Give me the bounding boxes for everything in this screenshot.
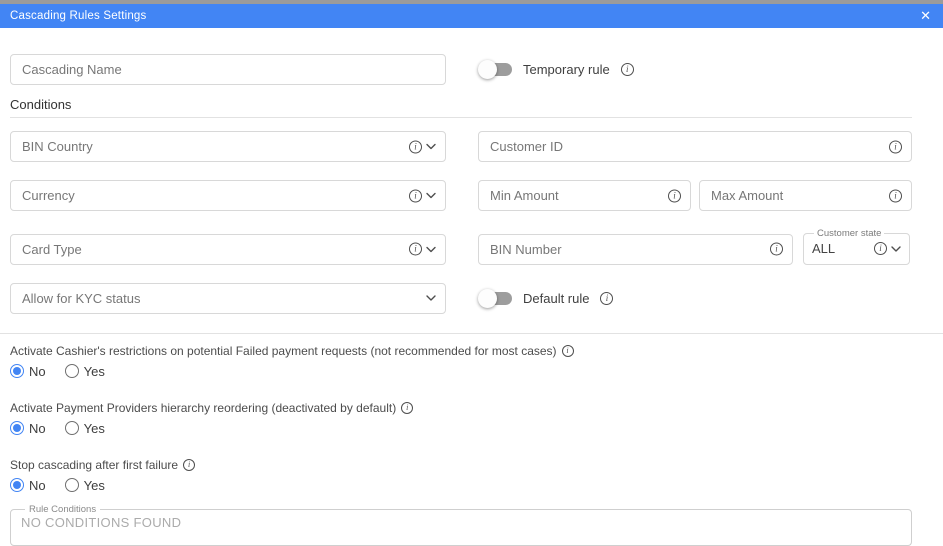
bin-country-wrapper: i: [10, 131, 446, 162]
info-icon: i: [874, 242, 887, 255]
max-amount-input[interactable]: [699, 180, 912, 211]
stop-cascading-section: Stop cascading after first failure i No …: [10, 458, 912, 493]
customer-state-select[interactable]: Customer state ALL i: [803, 229, 910, 265]
rule-conditions-empty-text: NO CONDITIONS FOUND: [21, 515, 901, 530]
customer-state-value: ALL: [812, 241, 874, 256]
bin-number-input[interactable]: [478, 234, 793, 265]
radio-unselected-icon[interactable]: [65, 421, 79, 435]
cashier-restrictions-section: Activate Cashier's restrictions on poten…: [10, 344, 912, 379]
radio-unselected-icon[interactable]: [65, 478, 79, 492]
currency-select[interactable]: [10, 180, 446, 211]
toggle-knob: [478, 289, 497, 308]
customer-state-label: Customer state: [814, 229, 884, 239]
radio-option-yes[interactable]: Yes: [65, 421, 105, 436]
max-amount-wrapper: i: [699, 180, 912, 211]
kyc-status-select[interactable]: [10, 283, 446, 314]
close-icon[interactable]: ✕: [920, 10, 931, 23]
chevron-down-icon: [891, 246, 901, 252]
card-type-wrapper: i: [10, 234, 446, 265]
radio-option-yes[interactable]: Yes: [65, 478, 105, 493]
radio-option-no[interactable]: No: [10, 478, 46, 493]
min-amount-wrapper: i: [478, 180, 691, 211]
toggle-knob: [478, 60, 497, 79]
radio-option-no[interactable]: No: [10, 364, 46, 379]
rule-conditions-box: Rule Conditions NO CONDITIONS FOUND: [10, 505, 912, 546]
card-type-select[interactable]: [10, 234, 446, 265]
min-amount-input[interactable]: [478, 180, 691, 211]
bin-country-select[interactable]: [10, 131, 446, 162]
section-divider: [0, 333, 943, 334]
radio-selected-icon[interactable]: [10, 364, 24, 378]
customer-id-wrapper: i: [478, 131, 912, 162]
info-icon[interactable]: i: [183, 459, 195, 471]
modal-body: Temporary rule i Conditions i i: [0, 54, 943, 546]
default-rule-label: Default rule: [523, 291, 589, 306]
radio-selected-icon[interactable]: [10, 478, 24, 492]
kyc-status-wrapper: [10, 283, 446, 314]
providers-reordering-label: Activate Payment Providers hierarchy reo…: [10, 401, 396, 415]
currency-wrapper: i: [10, 180, 446, 211]
modal-header: Cascading Rules Settings ✕: [0, 4, 943, 28]
providers-reordering-section: Activate Payment Providers hierarchy reo…: [10, 401, 912, 436]
radio-unselected-icon[interactable]: [65, 364, 79, 378]
radio-option-no[interactable]: No: [10, 421, 46, 436]
cashier-restrictions-label: Activate Cashier's restrictions on poten…: [10, 344, 557, 358]
conditions-divider: [10, 117, 912, 118]
default-rule-toggle[interactable]: [481, 292, 512, 305]
radio-option-yes[interactable]: Yes: [65, 364, 105, 379]
bin-number-wrapper: i: [478, 234, 793, 265]
info-icon[interactable]: i: [562, 345, 574, 357]
modal-title: Cascading Rules Settings: [10, 10, 146, 22]
conditions-heading: Conditions: [10, 97, 912, 112]
radio-selected-icon[interactable]: [10, 421, 24, 435]
rule-conditions-label: Rule Conditions: [25, 505, 100, 515]
cascading-name-input[interactable]: [10, 54, 446, 85]
cascading-name-wrapper: [10, 54, 446, 85]
info-icon[interactable]: i: [600, 292, 613, 305]
info-icon[interactable]: i: [401, 402, 413, 414]
info-icon[interactable]: i: [621, 63, 634, 76]
customer-id-input[interactable]: [478, 131, 912, 162]
temporary-rule-toggle[interactable]: [481, 63, 512, 76]
stop-cascading-label: Stop cascading after first failure: [10, 458, 178, 472]
temporary-rule-label: Temporary rule: [523, 62, 610, 77]
